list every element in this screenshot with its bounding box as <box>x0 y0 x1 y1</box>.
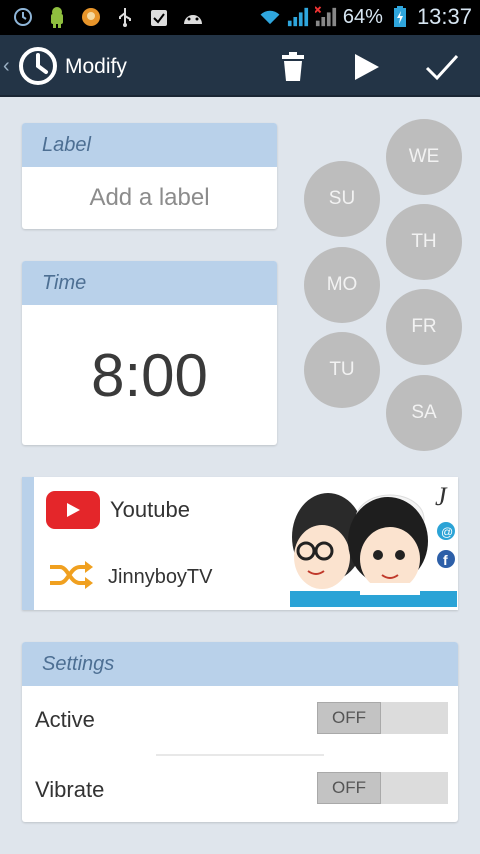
day-toggle-mo[interactable]: MO <box>304 247 380 323</box>
battery-charging-icon <box>389 6 411 28</box>
delete-button[interactable] <box>271 45 315 89</box>
media-channel-label: JinnyboyTV <box>108 566 213 588</box>
play-icon <box>355 54 379 80</box>
trash-icon <box>282 52 304 81</box>
status-time: 13:37 <box>416 4 472 29</box>
media-source-row: Youtube <box>46 491 190 529</box>
shuffle-icon <box>48 559 94 596</box>
day-toggle-tu[interactable]: TU <box>304 332 380 408</box>
confirm-button[interactable] <box>420 45 464 89</box>
day-toggle-th[interactable]: TH <box>386 204 462 280</box>
channel-thumbnail: J @ f <box>290 479 457 607</box>
check-icon <box>425 54 459 81</box>
active-row: Active OFF <box>22 686 458 754</box>
time-card: Time 8:00 <box>22 261 277 445</box>
action-bar: ‹ Modify <box>0 35 480 97</box>
android-head-icon <box>182 6 204 28</box>
alarm-clock-icon <box>12 6 34 28</box>
media-card[interactable]: Youtube JinnyboyTV J @ f <box>22 477 458 610</box>
android-icon <box>46 6 68 28</box>
label-header: Label <box>22 123 277 167</box>
time-header: Time <box>22 261 277 305</box>
clipboard-check-icon <box>148 6 170 28</box>
svg-text:J: J <box>435 482 448 511</box>
day-toggle-we[interactable]: WE <box>386 119 462 195</box>
notification-icons <box>12 6 204 28</box>
time-value[interactable]: 8:00 <box>22 305 277 445</box>
youtube-logo-icon <box>46 491 100 529</box>
vibrate-toggle[interactable]: OFF <box>317 772 448 804</box>
signal-icon <box>287 6 309 28</box>
avatar-icon <box>80 6 102 28</box>
play-button[interactable] <box>345 45 389 89</box>
settings-header: Settings <box>22 642 458 686</box>
active-toggle[interactable]: OFF <box>317 702 448 734</box>
usb-icon <box>114 6 136 28</box>
day-toggle-fr[interactable]: FR <box>386 289 462 365</box>
label-input[interactable]: Add a label <box>22 167 277 229</box>
label-card: Label Add a label <box>22 123 277 229</box>
active-label: Active <box>35 707 95 732</box>
day-toggle-su[interactable]: SU <box>304 161 380 237</box>
signal-no-sim-icon <box>314 6 337 28</box>
settings-card: Settings Active OFF Vibrate OFF <box>22 642 458 822</box>
day-toggle-sa[interactable]: SA <box>386 375 462 451</box>
page-title: Modify <box>65 55 127 78</box>
media-source-label: Youtube <box>110 497 190 522</box>
media-channel-row: JinnyboyTV <box>48 559 213 596</box>
svg-text:@: @ <box>441 525 453 539</box>
svg-text:f: f <box>443 552 448 568</box>
system-indicators: 64% 13:37 <box>259 4 472 30</box>
wifi-icon <box>259 6 281 28</box>
back-chevron-icon[interactable]: ‹ <box>3 55 10 78</box>
vibrate-toggle-state: OFF <box>317 772 381 804</box>
clock-icon[interactable] <box>18 46 58 86</box>
vibrate-row: Vibrate OFF <box>22 756 458 822</box>
vibrate-label: Vibrate <box>35 777 105 802</box>
active-toggle-state: OFF <box>317 702 381 734</box>
battery-percent: 64% <box>342 5 383 28</box>
status-bar: 64% 13:37 <box>0 0 480 35</box>
